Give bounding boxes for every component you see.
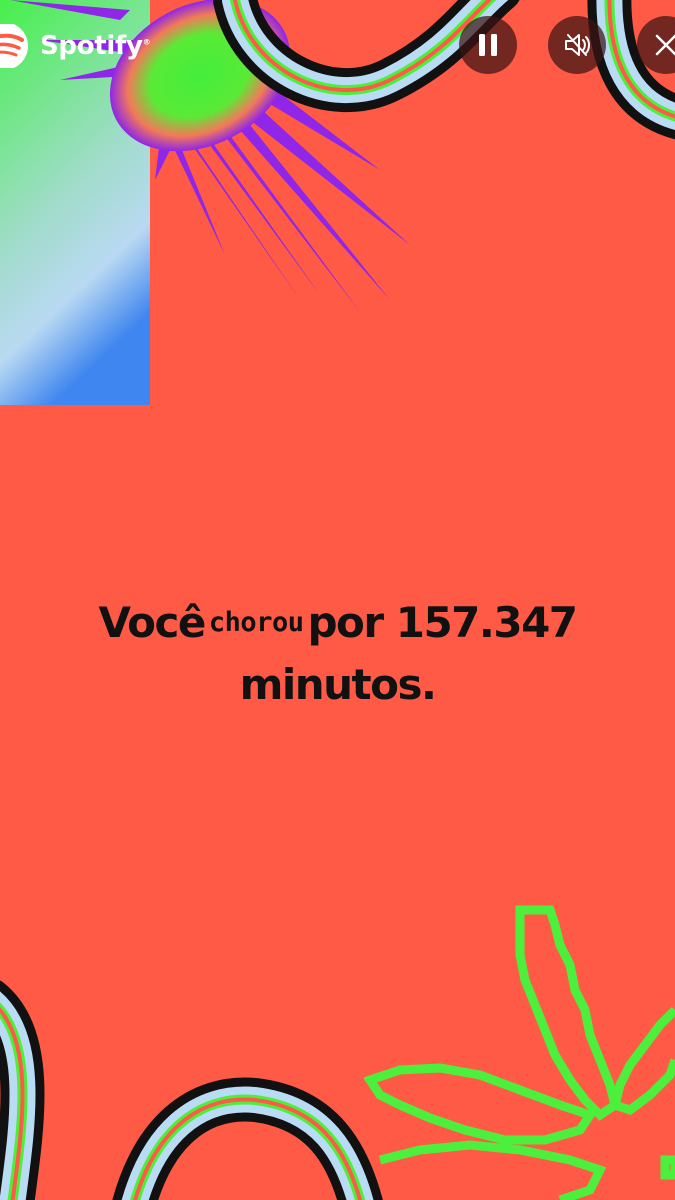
close-icon	[655, 34, 675, 56]
message-line-2: minutos.	[239, 660, 437, 709]
story-screen: Spotify® Você choroupor 157.347 minutos.	[0, 0, 675, 1200]
pixel-flower	[362, 905, 675, 1200]
message-line-1: Você choroupor 157.347	[0, 592, 675, 654]
story-message: Você choroupor 157.347 minutos.	[0, 592, 675, 716]
pause-button[interactable]	[459, 16, 517, 74]
message-highlight: chorou	[208, 607, 304, 638]
mute-button[interactable]	[548, 16, 606, 74]
bottom-wave	[0, 980, 383, 1200]
speaker-muted-icon	[565, 34, 590, 56]
message-suffix: por 157.347	[307, 598, 578, 647]
message-prefix: Você	[98, 598, 206, 647]
spotify-icon	[0, 24, 28, 68]
top-wave	[213, 0, 675, 140]
pause-icon	[479, 34, 497, 56]
brand-wordmark: Spotify®	[40, 31, 151, 61]
spotify-logo: Spotify®	[0, 20, 151, 72]
